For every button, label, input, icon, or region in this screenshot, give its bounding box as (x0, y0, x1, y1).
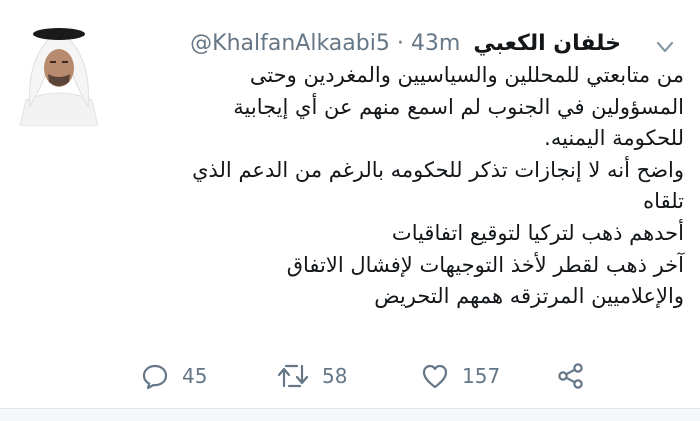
action-bar: 45 58 157 (0, 359, 700, 393)
tweet-line: للحكومة اليمنيه. (544, 126, 684, 151)
retweet-button[interactable]: 58 (276, 359, 347, 393)
tweet-line: المسؤولين في الجنوب لم اسمع منهم عن أي إ… (233, 94, 684, 119)
tweet-text: من متابعتي للمحللين والسياسيين والمغردين… (124, 60, 684, 313)
avatar[interactable] (16, 14, 102, 126)
reply-button[interactable]: 45 (140, 359, 207, 393)
tweet-line: تلقاه (643, 189, 684, 214)
share-icon (556, 361, 586, 391)
tweet-time[interactable]: 43m (411, 31, 460, 56)
tweet-line: من متابعتي للمحللين والسياسيين والمغردين… (249, 63, 684, 87)
heart-icon (420, 361, 450, 391)
author-handle[interactable]: @KhalfanAlkaabi5 · 43m (190, 31, 460, 56)
reply-icon (140, 361, 170, 391)
like-button[interactable]: 157 (420, 359, 500, 393)
tweet-line: واضح أنه لا إنجازات تذكر للحكومه بالرغم … (192, 157, 684, 182)
separator: · (396, 31, 404, 56)
tweet-line: آخر ذهب لقطر لأخذ التوجيهات لإفشال الاتف… (286, 252, 684, 277)
author-name[interactable]: خلفان الكعبي (473, 31, 621, 56)
retweet-count: 58 (322, 364, 348, 388)
retweet-icon (276, 361, 310, 391)
handle-text: @KhalfanAlkaabi5 (190, 31, 390, 56)
share-button[interactable] (556, 359, 586, 393)
tweet-line: والإعلاميين المرتزقه همهم التحريض (374, 284, 684, 309)
tweet-line: أحدهم ذهب لتركيا لتوقيع اتفاقيات (391, 220, 684, 245)
chevron-down-icon[interactable] (654, 36, 676, 58)
reply-count: 45 (182, 364, 208, 388)
tweet-header: خلفان الكعبي @KhalfanAlkaabi5 · 43m (190, 31, 621, 56)
tweet-card[interactable]: خلفان الكعبي @KhalfanAlkaabi5 · 43m من م… (0, 0, 700, 409)
like-count: 157 (462, 364, 501, 388)
